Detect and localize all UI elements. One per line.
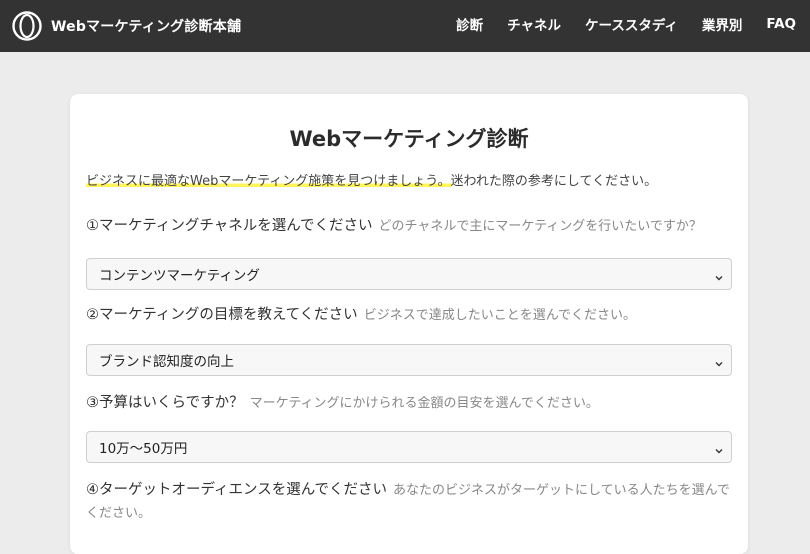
chevron-down-icon xyxy=(715,356,723,367)
nav-link-diagnosis[interactable]: 診断 xyxy=(456,14,483,34)
select-value: 10万〜50万円 xyxy=(99,441,188,457)
budget-select[interactable]: 10万〜50万円 xyxy=(86,431,732,463)
question-hint: マーケティングにかけられる金額の目安を選んでください。 xyxy=(249,396,599,411)
brand[interactable]: Webマーケティング診断本舗 xyxy=(12,11,241,41)
nav-link-industry[interactable]: 業界別 xyxy=(702,14,743,34)
nav-link-case-study[interactable]: ケーススタディ xyxy=(585,14,678,34)
channel-select[interactable]: コンテンツマーケティング xyxy=(86,258,732,290)
question-label: ①マーケティングチャネルを選んでください xyxy=(86,218,373,234)
main-nav: 診断 チャネル ケーススタディ 業界別 FAQ xyxy=(456,14,796,34)
question-channel: ①マーケティングチャネルを選んでください どのチャネルで主にマーケティングを行いた… xyxy=(86,215,732,238)
page-title: Webマーケティング診断 xyxy=(289,127,529,151)
question-label: ④ターゲットオーディエンスを選んでください xyxy=(86,482,387,498)
chevron-down-icon xyxy=(715,270,723,281)
nav-link-faq[interactable]: FAQ xyxy=(766,16,796,32)
ring-logo-icon xyxy=(12,11,42,41)
question-hint: どのチャネルで主にマーケティングを行いたいですか？ xyxy=(378,219,702,234)
question-goal: ②マーケティングの目標を教えてください ビジネスで達成したいことを選んでください。 xyxy=(86,304,732,327)
intro-text: ビジネスに最適なWebマーケティング施策を見つけましょう。迷われた際の参考にして… xyxy=(86,172,732,192)
question-hint: ビジネスで達成したいことを選んでください。 xyxy=(363,308,637,323)
question-label: ②マーケティングの目標を教えてください xyxy=(86,307,358,323)
question-budget: ③予算はいくらですか？ マーケティングにかけられる金額の目安を選んでください。 xyxy=(86,392,732,415)
question-label: ③予算はいくらですか？ xyxy=(86,395,244,411)
select-value: ブランド認知度の向上 xyxy=(99,354,234,370)
brand-name: Webマーケティング診断本舗 xyxy=(51,19,242,35)
nav-link-channel[interactable]: チャネル xyxy=(507,14,561,34)
select-value: コンテンツマーケティング xyxy=(99,268,260,284)
diagnosis-card: Webマーケティング診断 ビジネスに最適なWebマーケティング施策を見つけましょ… xyxy=(70,94,748,554)
chevron-down-icon xyxy=(715,443,723,454)
intro-highlight: ビジネスに最適なWebマーケティング施策を見つけましょう。 xyxy=(86,174,451,189)
question-audience: ④ターゲットオーディエンスを選んでください あなたのビジネスがターゲットにしている… xyxy=(86,479,732,525)
goal-select[interactable]: ブランド認知度の向上 xyxy=(86,344,732,376)
intro-rest: 迷われた際の参考にしてください。 xyxy=(450,174,658,189)
site-header: Webマーケティング診断本舗 診断 チャネル ケーススタディ 業界別 FAQ xyxy=(0,0,810,52)
